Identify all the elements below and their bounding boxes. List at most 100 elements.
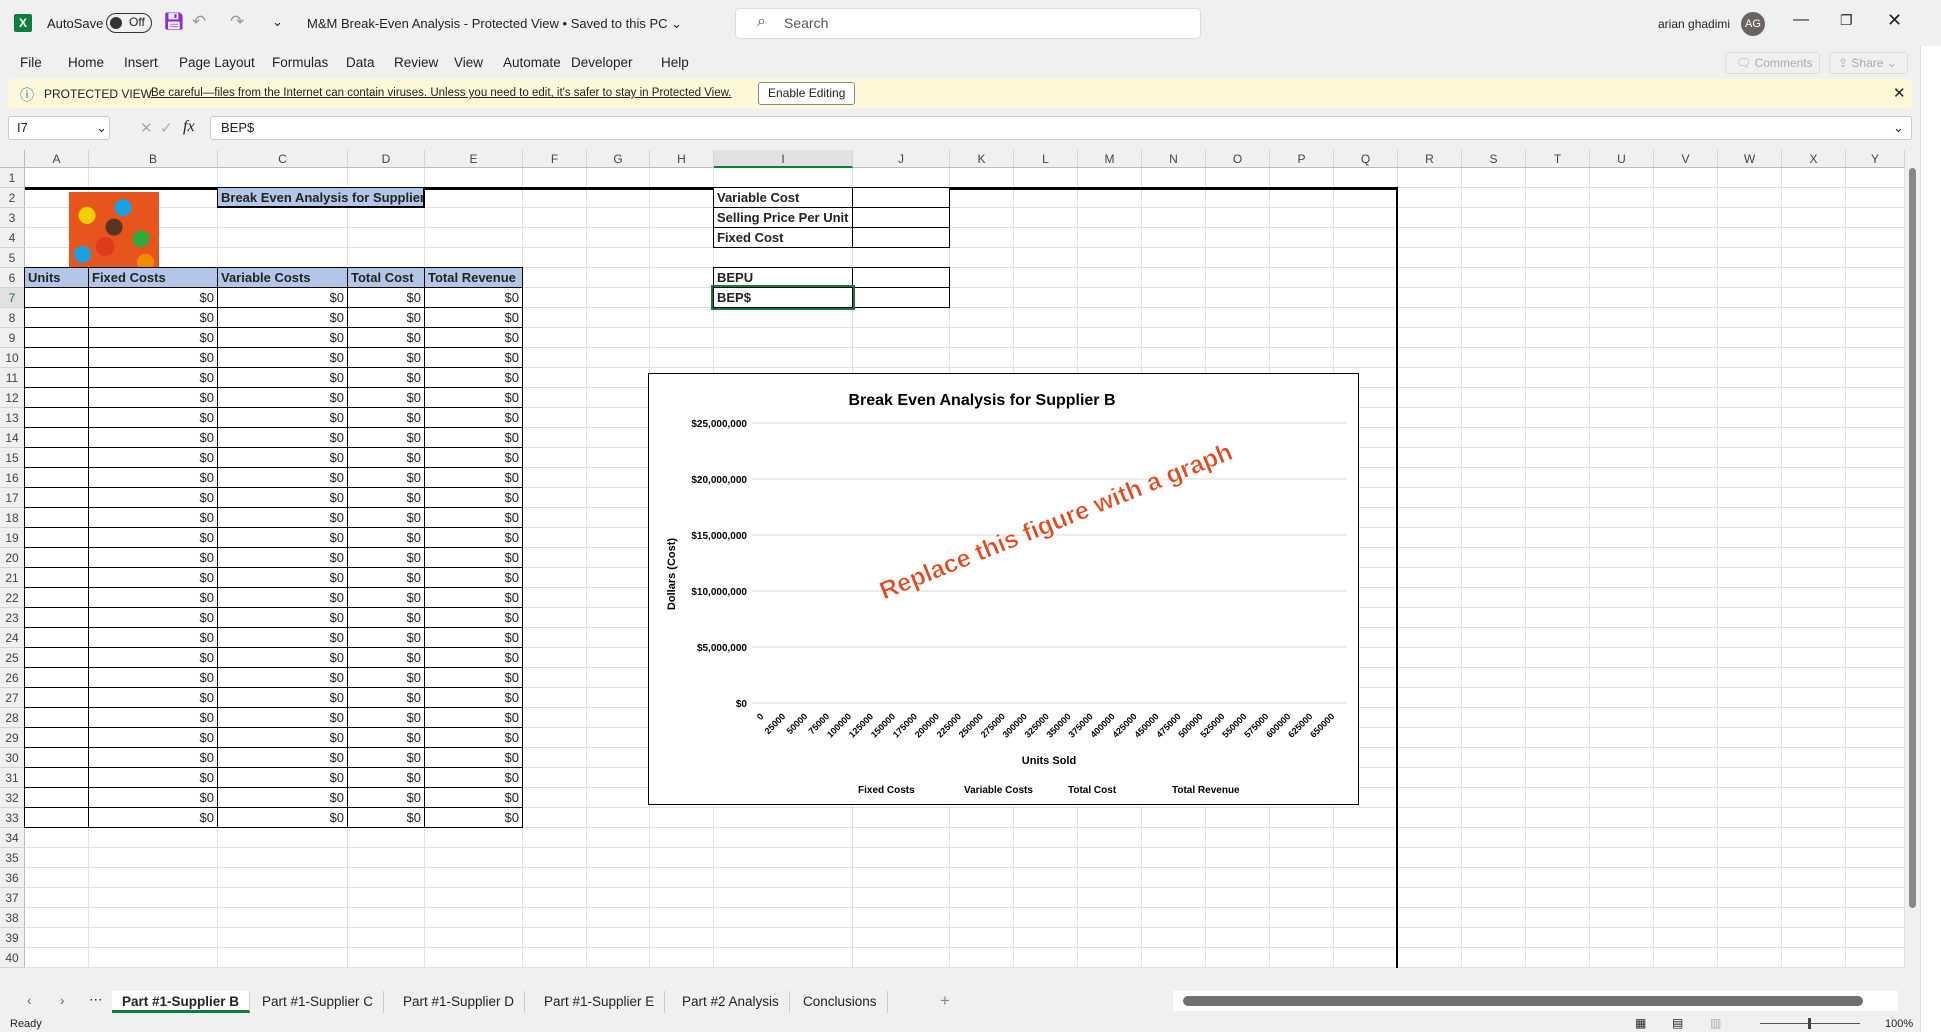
sheet-title[interactable]: Break Even Analysis for Supplier B: [217, 187, 425, 208]
table-cell[interactable]: $0: [217, 287, 348, 308]
table-cell[interactable]: $0: [88, 507, 218, 528]
row-header-36[interactable]: 36: [0, 868, 25, 888]
column-header-O[interactable]: O: [1206, 150, 1270, 168]
row-header-7[interactable]: 7: [0, 288, 25, 308]
column-header-E[interactable]: E: [425, 150, 523, 168]
table-cell[interactable]: $0: [217, 747, 348, 768]
save-icon[interactable]: 💾︎: [163, 12, 185, 32]
break-even-chart[interactable]: Break Even Analysis for Supplier B $0 $5,0…: [649, 374, 1360, 806]
table-cell[interactable]: $0: [217, 807, 348, 828]
vertical-scroll-thumb[interactable]: [1909, 168, 1916, 908]
table-cell[interactable]: $0: [347, 507, 425, 528]
column-header-K[interactable]: K: [950, 150, 1014, 168]
table-cell[interactable]: [24, 347, 89, 368]
table-cell[interactable]: $0: [217, 567, 348, 588]
table-cell[interactable]: $0: [217, 307, 348, 328]
table-cell[interactable]: $0: [424, 487, 523, 508]
table-cell[interactable]: $0: [424, 727, 523, 748]
table-cell[interactable]: [24, 747, 89, 768]
horizontal-scroll-thumb[interactable]: [1183, 996, 1863, 1006]
row-header-35[interactable]: 35: [0, 848, 25, 868]
table-cell[interactable]: $0: [424, 427, 523, 448]
table-header-total-revenue[interactable]: Total Revenue: [424, 267, 523, 288]
table-cell[interactable]: $0: [424, 287, 523, 308]
table-cell[interactable]: $0: [424, 807, 523, 828]
redo-icon[interactable]: ↷: [230, 12, 244, 32]
table-cell[interactable]: $0: [424, 667, 523, 688]
table-cell[interactable]: $0: [424, 547, 523, 568]
column-header-J[interactable]: J: [853, 150, 950, 168]
table-cell[interactable]: $0: [347, 567, 425, 588]
table-cell[interactable]: $0: [217, 327, 348, 348]
column-header-A[interactable]: A: [25, 150, 89, 168]
autosave-toggle[interactable]: Off: [106, 13, 152, 33]
row-header-1[interactable]: 1: [0, 168, 25, 188]
row-header-38[interactable]: 38: [0, 908, 25, 928]
table-cell[interactable]: [24, 687, 89, 708]
table-cell[interactable]: $0: [347, 667, 425, 688]
table-cell[interactable]: $0: [217, 667, 348, 688]
result-value[interactable]: [852, 267, 950, 288]
table-cell[interactable]: $0: [88, 587, 218, 608]
table-cell[interactable]: $0: [347, 727, 425, 748]
close-icon[interactable]: ✕: [1887, 10, 1902, 31]
table-cell[interactable]: $0: [347, 787, 425, 808]
row-header-11[interactable]: 11: [0, 368, 25, 388]
table-cell[interactable]: $0: [217, 467, 348, 488]
horizontal-scrollbar[interactable]: [1173, 991, 1898, 1011]
table-cell[interactable]: [24, 367, 89, 388]
row-header-29[interactable]: 29: [0, 728, 25, 748]
input-label[interactable]: Variable Cost: [713, 187, 853, 208]
table-cell[interactable]: [24, 507, 89, 528]
new-sheet-icon[interactable]: +: [940, 991, 950, 1011]
table-cell[interactable]: $0: [88, 387, 218, 408]
menu-home[interactable]: Home: [68, 55, 104, 70]
row-header-33[interactable]: 33: [0, 808, 25, 828]
row-header-9[interactable]: 9: [0, 328, 25, 348]
table-cell[interactable]: $0: [424, 567, 523, 588]
next-sheet-icon[interactable]: ›: [60, 993, 65, 1008]
table-cell[interactable]: $0: [88, 347, 218, 368]
table-cell[interactable]: [24, 547, 89, 568]
input-value[interactable]: [852, 227, 950, 248]
table-cell[interactable]: $0: [88, 407, 218, 428]
table-cell[interactable]: $0: [88, 327, 218, 348]
table-cell[interactable]: $0: [217, 707, 348, 728]
table-header-variable-costs[interactable]: Variable Costs: [217, 267, 348, 288]
table-cell[interactable]: $0: [347, 367, 425, 388]
name-box-dropdown-icon[interactable]: ⌄: [96, 120, 107, 136]
table-cell[interactable]: [24, 527, 89, 548]
table-cell[interactable]: $0: [424, 387, 523, 408]
table-cell[interactable]: $0: [88, 727, 218, 748]
row-header-16[interactable]: 16: [0, 468, 25, 488]
normal-view-icon[interactable]: ▦: [1635, 1016, 1646, 1030]
share-button[interactable]: ⇪ Share ⌄: [1829, 52, 1908, 74]
menu-file[interactable]: File: [20, 55, 42, 70]
avatar[interactable]: AG: [1741, 12, 1765, 36]
restore-icon[interactable]: ❐: [1840, 12, 1853, 29]
table-cell[interactable]: $0: [424, 467, 523, 488]
comments-button[interactable]: 🗨︎ Comments: [1725, 52, 1820, 74]
table-cell[interactable]: $0: [217, 507, 348, 528]
protected-view-message[interactable]: Be careful—files from the Internet can c…: [151, 87, 731, 99]
table-cell[interactable]: [24, 427, 89, 448]
table-cell[interactable]: [24, 707, 89, 728]
table-cell[interactable]: $0: [347, 447, 425, 468]
table-cell[interactable]: [24, 487, 89, 508]
row-header-21[interactable]: 21: [0, 568, 25, 588]
column-header-W[interactable]: W: [1718, 150, 1782, 168]
table-cell[interactable]: $0: [347, 547, 425, 568]
column-header-H[interactable]: H: [650, 150, 714, 168]
row-header-4[interactable]: 4: [0, 228, 25, 248]
column-header-G[interactable]: G: [587, 150, 650, 168]
document-title[interactable]: M&M Break-Even Analysis - Protected View…: [307, 16, 682, 32]
table-cell[interactable]: $0: [424, 687, 523, 708]
table-cell[interactable]: [24, 667, 89, 688]
table-cell[interactable]: [24, 407, 89, 428]
row-header-40[interactable]: 40: [0, 948, 25, 968]
sheet-tab[interactable]: Part #2 Analysis: [672, 991, 790, 1013]
row-header-34[interactable]: 34: [0, 828, 25, 848]
column-header-B[interactable]: B: [89, 150, 218, 168]
table-cell[interactable]: $0: [88, 667, 218, 688]
row-header-2[interactable]: 2: [0, 188, 25, 208]
